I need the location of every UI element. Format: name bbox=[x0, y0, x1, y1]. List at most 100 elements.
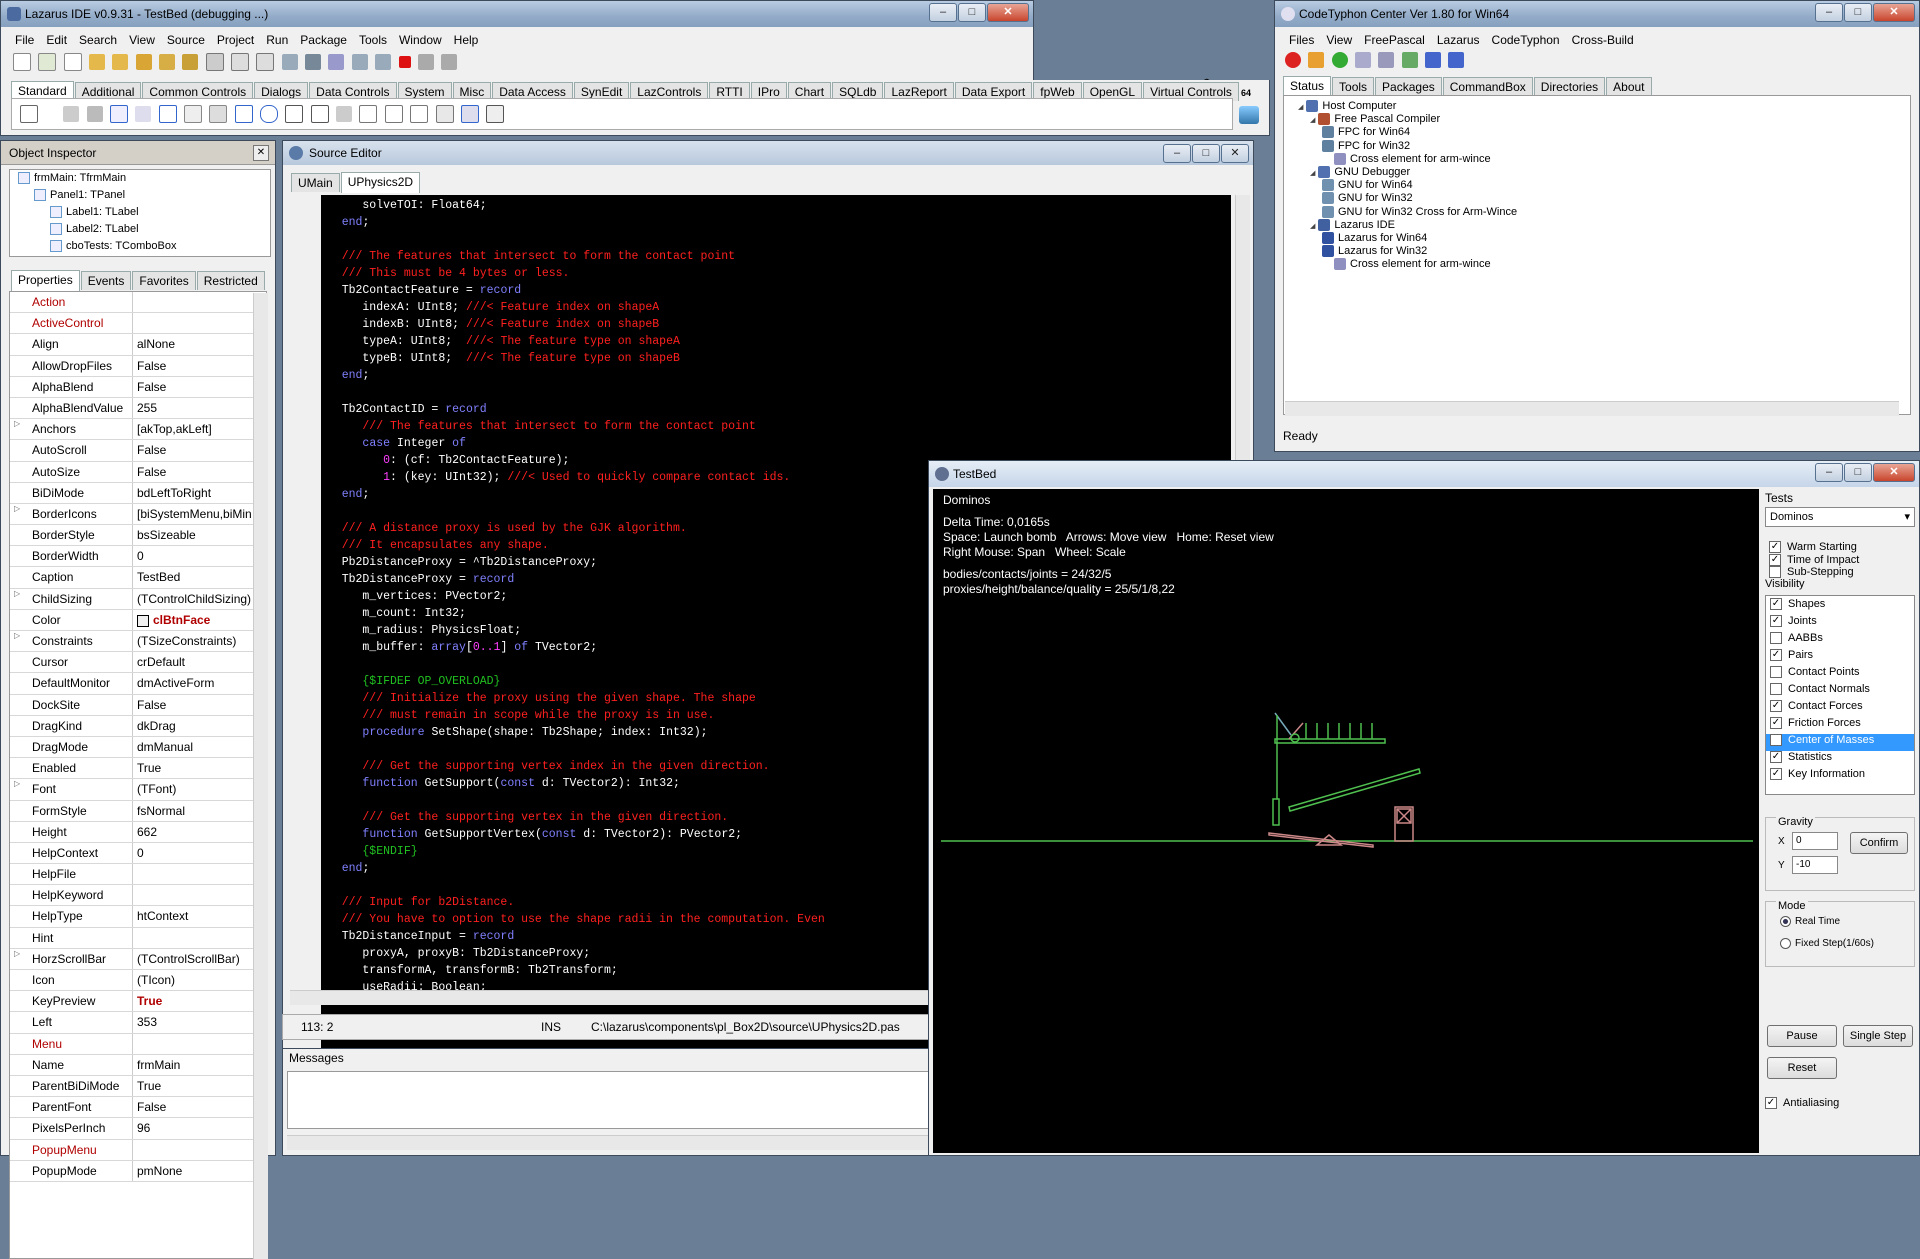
pause-icon[interactable] bbox=[351, 54, 368, 70]
checkbox-item[interactable]: ✓ Statistics bbox=[1766, 751, 1914, 768]
messages-scrollbar[interactable] bbox=[287, 1135, 937, 1150]
ct-export-icon[interactable] bbox=[1401, 52, 1418, 68]
property-row[interactable]: PopupMenu bbox=[10, 1139, 266, 1161]
property-value[interactable]: (TControlScrollBar) bbox=[133, 949, 266, 969]
ct-close-button[interactable]: ✕ bbox=[1873, 3, 1915, 22]
component-tree-item[interactable]: Label2: TLabel bbox=[50, 223, 139, 236]
property-row[interactable]: Color clBtnFace bbox=[10, 609, 266, 631]
object-inspector-close-icon[interactable]: ✕ bbox=[253, 145, 269, 161]
editor-minimize-button[interactable]: – bbox=[1163, 144, 1191, 163]
tb-minimize-button[interactable]: – bbox=[1815, 463, 1843, 482]
ct-tree-scrollbar[interactable] bbox=[1285, 401, 1899, 416]
tree-expander-icon[interactable]: ◢ bbox=[1298, 104, 1303, 111]
messages-list[interactable] bbox=[287, 1071, 937, 1129]
property-value[interactable]: True bbox=[133, 758, 266, 778]
stop-icon[interactable] bbox=[398, 56, 411, 68]
gravity-y-input[interactable]: -10 bbox=[1792, 856, 1838, 874]
component-tree-item[interactable]: Panel1: TPanel bbox=[34, 189, 125, 202]
property-value[interactable]: False bbox=[133, 440, 266, 460]
tactionlist-icon[interactable] bbox=[486, 105, 505, 123]
checkbox-item[interactable]: ✓ Shapes bbox=[1766, 598, 1914, 615]
tradiogroup-icon[interactable] bbox=[384, 105, 403, 123]
property-row[interactable]: AllowDropFiles False bbox=[10, 355, 266, 377]
property-row[interactable]: AutoSize False bbox=[10, 461, 266, 483]
tree-expander-icon[interactable]: ◢ bbox=[1310, 117, 1315, 124]
new-file-icon[interactable] bbox=[63, 53, 82, 71]
property-value[interactable]: frmMain bbox=[133, 1055, 266, 1075]
step-over-icon[interactable] bbox=[441, 54, 458, 70]
status-tree-item[interactable]: GNU for Win64 bbox=[1322, 179, 1413, 192]
property-row[interactable]: Menu bbox=[10, 1033, 266, 1055]
step-into-icon[interactable] bbox=[417, 54, 434, 70]
object-inspector-title[interactable]: Object Inspector ✕ bbox=[1, 141, 275, 165]
build-icon[interactable] bbox=[281, 54, 298, 70]
menu-item[interactable]: View bbox=[1320, 33, 1358, 47]
tbutton-icon[interactable] bbox=[110, 105, 129, 123]
tedit-icon[interactable] bbox=[158, 105, 177, 123]
property-row[interactable]: HelpFile bbox=[10, 864, 266, 886]
tree-expander-icon[interactable]: ◢ bbox=[1310, 223, 1315, 230]
property-row[interactable]: ▷ Anchors [akTop,akLeft] bbox=[10, 419, 266, 441]
ct-download-icon[interactable] bbox=[1308, 52, 1325, 68]
property-row[interactable]: ParentFont False bbox=[10, 1097, 266, 1119]
status-tree-item[interactable]: Cross element for arm-wince bbox=[1334, 258, 1491, 271]
code-line[interactable]: end; bbox=[321, 214, 1231, 231]
property-value[interactable]: False bbox=[133, 377, 266, 397]
menu-item[interactable]: Tools bbox=[353, 33, 393, 47]
tframe-icon[interactable] bbox=[460, 105, 479, 123]
menu-item[interactable]: Help bbox=[448, 33, 485, 47]
ct-minimize-button[interactable]: – bbox=[1815, 3, 1843, 22]
new-form-icon[interactable] bbox=[38, 53, 57, 71]
code-line[interactable]: /// The features that intersect to form … bbox=[321, 418, 1231, 435]
property-row[interactable]: BorderStyle bsSizeable bbox=[10, 525, 266, 547]
property-row[interactable]: Cursor crDefault bbox=[10, 652, 266, 674]
property-row[interactable]: KeyPreview True bbox=[10, 991, 266, 1013]
simulation-canvas[interactable]: Dominos Delta Time: 0,0165s Space: Launch… bbox=[933, 489, 1759, 1153]
expand-icon[interactable]: ▷ bbox=[14, 949, 20, 958]
property-value[interactable]: False bbox=[133, 462, 266, 482]
status-tree-item[interactable]: Lazarus for Win64 bbox=[1322, 232, 1427, 245]
tpopupmenu-icon[interactable] bbox=[86, 106, 103, 122]
open-icon[interactable] bbox=[89, 54, 106, 70]
property-row[interactable]: BiDiMode bdLeftToRight bbox=[10, 482, 266, 504]
property-value[interactable] bbox=[133, 864, 266, 884]
property-value[interactable] bbox=[133, 928, 266, 948]
code-line[interactable]: typeB: UInt8; ///< The feature type on s… bbox=[321, 350, 1231, 367]
property-value[interactable]: bsSizeable bbox=[133, 525, 266, 545]
expand-icon[interactable]: ▷ bbox=[14, 589, 20, 598]
checkbox-item[interactable]: ✓ Warm Starting bbox=[1765, 541, 1915, 554]
property-value[interactable]: (TIcon) bbox=[133, 970, 266, 990]
ttogglebox-icon[interactable] bbox=[209, 105, 228, 123]
ct-paste-icon[interactable] bbox=[1378, 52, 1395, 68]
property-value[interactable]: (TFont) bbox=[133, 779, 266, 799]
code-line[interactable]: indexA: UInt8; ///< Feature index on sha… bbox=[321, 299, 1231, 316]
menu-item[interactable]: Source bbox=[161, 33, 211, 47]
tb-close-button[interactable]: ✕ bbox=[1873, 463, 1915, 482]
confirm-button[interactable]: Confirm bbox=[1850, 832, 1908, 854]
checkbox-item[interactable]: ✓ Friction Forces bbox=[1766, 717, 1914, 734]
ct-maximize-button[interactable]: □ bbox=[1844, 3, 1872, 22]
save-icon[interactable] bbox=[159, 54, 176, 70]
tgroupbox-icon[interactable] bbox=[359, 105, 378, 123]
toggle-form-icon[interactable] bbox=[205, 53, 224, 71]
menu-item[interactable]: Search bbox=[73, 33, 123, 47]
status-tree-item[interactable]: ◢ Host Computer bbox=[1298, 100, 1396, 113]
maximize-button[interactable]: □ bbox=[958, 3, 986, 22]
property-value[interactable]: clBtnFace bbox=[133, 610, 266, 630]
property-row[interactable]: Name frmMain bbox=[10, 1054, 266, 1076]
checkbox-item[interactable]: Contact Normals bbox=[1766, 683, 1914, 700]
codetyphon-tab[interactable]: Status bbox=[1283, 76, 1332, 97]
tradiobutton-icon[interactable] bbox=[260, 105, 279, 123]
component-tree-item[interactable]: Label1: TLabel bbox=[50, 206, 139, 219]
editor-horizontal-scrollbar[interactable] bbox=[290, 990, 930, 1005]
property-row[interactable]: Left 353 bbox=[10, 1012, 266, 1034]
property-value[interactable]: crDefault bbox=[133, 652, 266, 672]
gravity-x-input[interactable]: 0 bbox=[1792, 832, 1838, 850]
menu-item[interactable]: Package bbox=[294, 33, 353, 47]
view-units-icon[interactable] bbox=[231, 53, 250, 71]
checkbox-item[interactable]: ✓ Pairs bbox=[1766, 649, 1914, 666]
menu-item[interactable]: Project bbox=[211, 33, 260, 47]
tlabel-icon[interactable] bbox=[135, 106, 152, 122]
expand-icon[interactable]: ▷ bbox=[14, 631, 20, 640]
component-tree-item[interactable]: cboTests: TComboBox bbox=[50, 240, 176, 253]
